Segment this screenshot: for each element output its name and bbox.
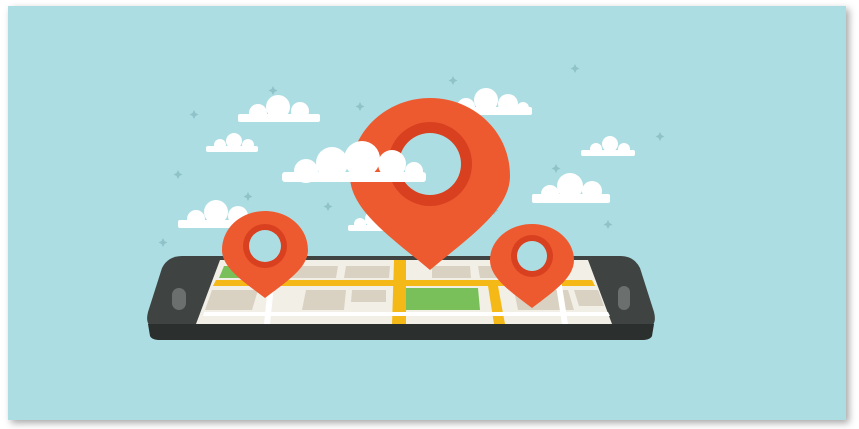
sparkle-icon [323,202,333,211]
map-location-illustration [147,64,665,340]
illustration-frame [8,6,846,420]
cloud-icon [238,95,320,122]
cloud-icon [532,173,610,203]
sparkle-icon [355,102,365,111]
cloud-icon [581,136,635,156]
sparkle-icon [603,220,613,229]
sparkle-icon [243,192,253,201]
sparkle-icon [268,86,278,95]
smartphone-icon [147,256,655,340]
phone-home-button [618,286,630,310]
sparkle-icon [189,110,199,119]
sparkle-icon [551,164,561,173]
location-pin-icon [350,98,510,270]
sparkle-icon [570,64,580,73]
sparkle-icon [173,170,183,179]
phone-edge [148,324,654,340]
sparkle-icon [448,76,458,85]
phone-speaker [172,288,186,310]
cloud-icon [206,133,258,152]
sparkle-icon [158,238,168,247]
sparkle-icon [655,132,665,141]
